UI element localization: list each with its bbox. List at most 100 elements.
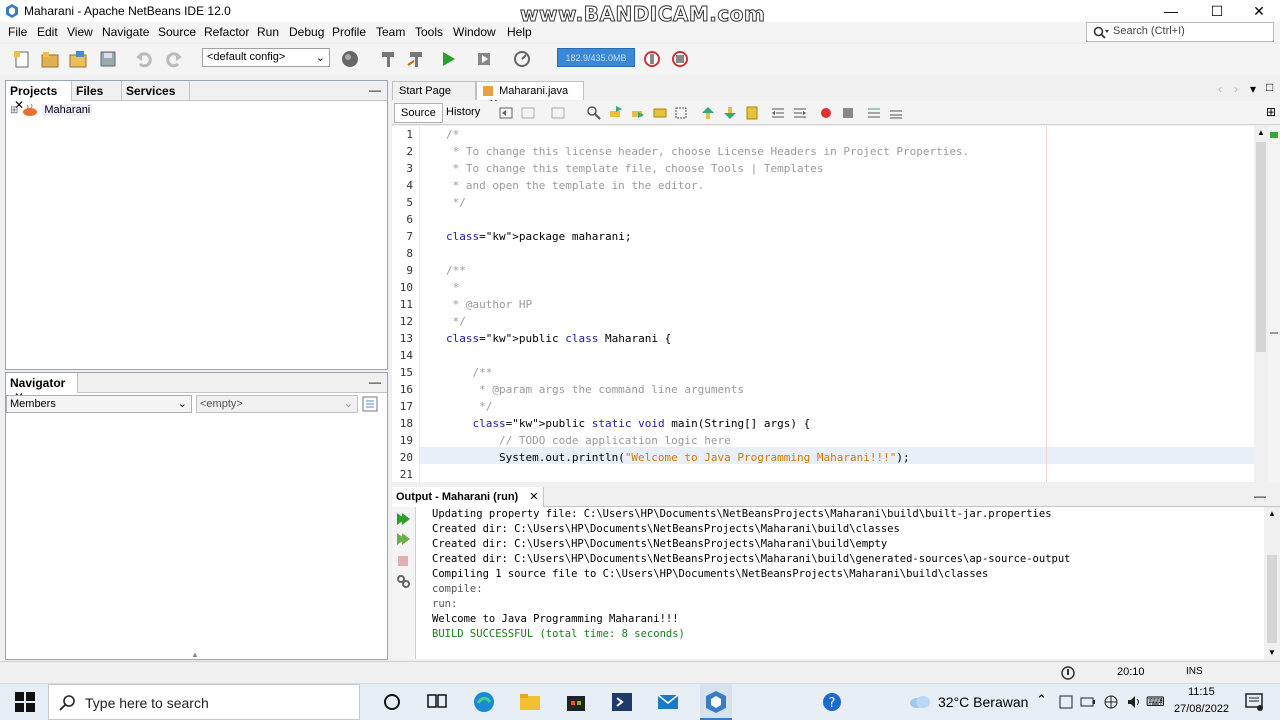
- scroll-right-icon[interactable]: ›: [1234, 82, 1238, 96]
- forward-icon[interactable]: [550, 105, 566, 121]
- back-icon[interactable]: [520, 105, 536, 121]
- quick-search-input[interactable]: Search (Ctrl+I): [1086, 22, 1274, 42]
- filters-icon[interactable]: [362, 396, 378, 412]
- taskbar-search-input[interactable]: Type here to search: [48, 684, 360, 720]
- scrollbar-thumb[interactable]: [1256, 142, 1266, 352]
- tab-maharani-java[interactable]: Maharani.java ✕: [476, 81, 584, 110]
- tab-services[interactable]: Services: [122, 81, 190, 101]
- powershell-icon[interactable]: [610, 690, 634, 714]
- close-icon[interactable]: ✕: [529, 491, 538, 503]
- battery-icon[interactable]: [1080, 694, 1096, 710]
- scroll-down-icon[interactable]: ▼: [1268, 648, 1276, 657]
- netbeans-taskbar-button[interactable]: [700, 684, 732, 720]
- shift-right-icon[interactable]: [792, 105, 808, 121]
- menu-view[interactable]: View: [67, 25, 93, 39]
- menu-tools[interactable]: Tools: [415, 25, 443, 39]
- uncomment-icon[interactable]: [888, 105, 904, 121]
- new-project-icon[interactable]: [40, 49, 60, 69]
- scroll-left-icon[interactable]: ‹: [1218, 82, 1222, 96]
- members-select[interactable]: Members ⌄: [6, 395, 192, 413]
- menu-edit[interactable]: Edit: [37, 25, 58, 39]
- menu-navigate[interactable]: Navigate: [102, 25, 149, 39]
- globe-icon[interactable]: [340, 49, 360, 69]
- settings-icon[interactable]: [395, 573, 411, 589]
- maximize-editor-icon[interactable]: □: [1266, 80, 1273, 94]
- clock-time[interactable]: 11:15: [1188, 686, 1215, 698]
- tab-files[interactable]: Files: [72, 81, 122, 101]
- tab-list-icon[interactable]: ▾: [1250, 82, 1256, 96]
- open-project-icon[interactable]: [68, 49, 88, 69]
- notifications-icon[interactable]: [1060, 665, 1076, 681]
- profiler-snapshot-icon[interactable]: [670, 49, 690, 69]
- minimize-window-button[interactable]: —: [1148, 0, 1194, 22]
- volume-icon[interactable]: [1126, 694, 1142, 710]
- redo-icon[interactable]: [164, 49, 184, 69]
- tab-source[interactable]: Source: [394, 103, 443, 123]
- menu-file[interactable]: File: [8, 25, 27, 39]
- toggle-highlight-icon[interactable]: [652, 105, 668, 121]
- tab-output[interactable]: Output - Maharani (run) ✕: [392, 487, 544, 507]
- tab-history[interactable]: History: [440, 103, 486, 123]
- file-explorer-icon[interactable]: [518, 690, 542, 714]
- last-edit-icon[interactable]: [498, 105, 514, 121]
- weather-text[interactable]: 32°C Berawan: [938, 694, 1028, 710]
- output-vertical-scrollbar[interactable]: ▲ ▼: [1264, 507, 1280, 659]
- tree-item-maharani[interactable]: ⊞ Maharani: [10, 103, 93, 117]
- menu-window[interactable]: Window: [453, 25, 496, 39]
- network-icon[interactable]: [1103, 694, 1119, 710]
- expand-icon[interactable]: ⊞: [10, 105, 18, 116]
- new-file-icon[interactable]: [12, 49, 32, 69]
- minimize-panel-button[interactable]: —: [369, 83, 381, 97]
- build-hammer-icon[interactable]: [378, 49, 398, 69]
- stop-icon[interactable]: [395, 553, 411, 569]
- filter-select[interactable]: <empty> ⌄: [196, 395, 358, 413]
- error-stripe[interactable]: [1268, 126, 1280, 482]
- run-project-icon[interactable]: [438, 49, 458, 69]
- undo-icon[interactable]: [134, 49, 154, 69]
- menu-source[interactable]: Source: [158, 25, 196, 39]
- chevron-up-icon[interactable]: ⌃: [1036, 692, 1047, 708]
- notification-center-icon[interactable]: [1244, 692, 1264, 712]
- memory-usage-indicator[interactable]: 182.9/435.0MB: [557, 48, 635, 67]
- clock-date[interactable]: 27/08/2022: [1174, 703, 1229, 715]
- task-view-icon[interactable]: [425, 690, 449, 714]
- cortana-icon[interactable]: [380, 690, 404, 714]
- minimize-panel-button[interactable]: —: [369, 375, 381, 389]
- profile-project-icon[interactable]: [512, 49, 532, 69]
- resize-handle-icon[interactable]: ▲: [191, 650, 199, 659]
- store-icon[interactable]: [564, 690, 588, 714]
- rerun-icon[interactable]: [395, 511, 411, 527]
- stop-macro-icon[interactable]: [840, 105, 856, 121]
- maximize-window-button[interactable]: ☐: [1194, 0, 1240, 22]
- clean-build-icon[interactable]: [406, 49, 426, 69]
- scroll-up-icon[interactable]: ▲: [1268, 509, 1276, 518]
- menu-team[interactable]: Team: [376, 25, 405, 39]
- previous-bookmark-icon[interactable]: [700, 105, 716, 121]
- help-icon[interactable]: ?: [820, 690, 844, 714]
- next-bookmark-icon[interactable]: [722, 105, 738, 121]
- language-icon[interactable]: ⌨: [1146, 694, 1165, 710]
- scrollbar-thumb[interactable]: [1267, 555, 1277, 643]
- find-icon[interactable]: [586, 105, 602, 121]
- find-next-icon[interactable]: [630, 105, 646, 121]
- rerun-with-params-icon[interactable]: [395, 531, 411, 547]
- close-window-button[interactable]: ✕: [1236, 0, 1280, 22]
- menu-help[interactable]: Help: [507, 25, 532, 39]
- tab-navigator[interactable]: Navigator ✕: [6, 373, 78, 404]
- start-macro-icon[interactable]: [818, 105, 834, 121]
- toggle-bookmark-icon[interactable]: [744, 105, 760, 121]
- menu-profile[interactable]: Profile: [332, 25, 366, 39]
- menu-run[interactable]: Run: [257, 25, 279, 39]
- comment-icon[interactable]: [866, 105, 882, 121]
- scroll-up-icon[interactable]: ▲: [1257, 128, 1265, 137]
- gc-icon[interactable]: [642, 49, 662, 69]
- tab-projects[interactable]: Projects ✕: [6, 81, 72, 112]
- windows-start-icon[interactable]: [15, 692, 35, 712]
- shift-left-icon[interactable]: [770, 105, 786, 121]
- find-previous-icon[interactable]: [608, 105, 624, 121]
- config-select[interactable]: <default config> ⌄: [202, 48, 330, 67]
- minimize-output-button[interactable]: —: [1254, 489, 1266, 503]
- tab-start-page[interactable]: Start Page: [392, 81, 476, 100]
- debug-project-icon[interactable]: [474, 49, 494, 69]
- device-icon[interactable]: [1058, 694, 1074, 710]
